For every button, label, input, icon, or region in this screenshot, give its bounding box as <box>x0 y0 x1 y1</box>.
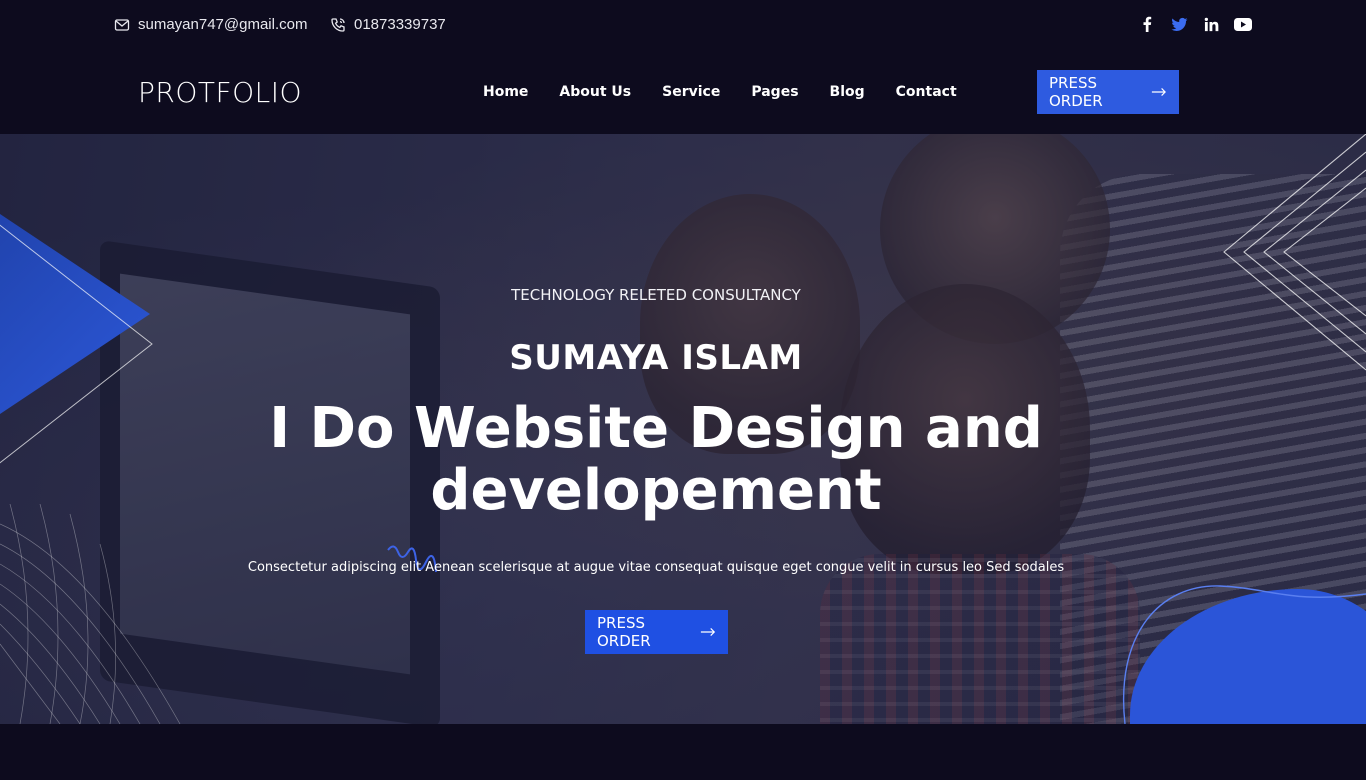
nav-item-service[interactable]: Service <box>662 84 720 100</box>
arrow-right-icon <box>700 628 716 636</box>
hero-headline: I Do Website Design and developement <box>0 398 1312 522</box>
twitter-icon[interactable] <box>1170 15 1188 33</box>
facebook-icon[interactable] <box>1138 15 1156 33</box>
hero-headline-line-2: developement <box>430 458 882 523</box>
navbar: PROTFOLIO Home About Us Service Pages Bl… <box>0 52 1366 134</box>
press-order-nav-button[interactable]: PRESS ORDER <box>1037 70 1179 114</box>
hero-subtitle: TECHNOLOGY RELETED CONSULTANCY <box>511 286 801 304</box>
press-order-nav-label: PRESS ORDER <box>1049 74 1103 110</box>
email-text: sumayan747@gmail.com <box>138 16 308 33</box>
main-menu: Home About Us Service Pages Blog Contact <box>483 84 988 100</box>
nav-item-blog[interactable]: Blog <box>830 84 865 100</box>
left-mesh-pattern <box>0 504 181 724</box>
site-logo[interactable]: PROTFOLIO <box>138 76 302 109</box>
bottom-section <box>0 724 1366 780</box>
phone-icon <box>331 17 345 32</box>
linkedin-icon[interactable] <box>1202 15 1220 33</box>
nav-item-home[interactable]: Home <box>483 84 528 100</box>
nav-item-about-us[interactable]: About Us <box>559 84 631 100</box>
arrow-right-icon <box>1151 88 1167 96</box>
nav-item-contact[interactable]: Contact <box>896 84 957 100</box>
press-order-hero-label: PRESS ORDER <box>597 614 651 650</box>
email-contact[interactable]: sumayan747@gmail.com <box>114 16 307 33</box>
bottom-right-blob-outline <box>1123 585 1366 724</box>
hero-headline-line-1: I Do Website Design and <box>269 396 1043 461</box>
social-links <box>1138 15 1252 33</box>
hero-name: SUMAYA ISLAM <box>509 338 803 378</box>
press-order-hero-button[interactable]: PRESS ORDER <box>585 610 728 654</box>
youtube-icon[interactable] <box>1234 15 1252 33</box>
hero-description: Consectetur adipiscing elit Aenean scele… <box>247 560 1065 575</box>
top-bar: sumayan747@gmail.com 01873339737 <box>0 0 1366 52</box>
nav-item-pages[interactable]: Pages <box>751 84 798 100</box>
mail-icon <box>114 18 130 31</box>
phone-contact[interactable]: 01873339737 <box>330 16 446 33</box>
phone-text: 01873339737 <box>354 16 446 33</box>
hero-section: TECHNOLOGY RELETED CONSULTANCY SUMAYA IS… <box>0 134 1366 724</box>
